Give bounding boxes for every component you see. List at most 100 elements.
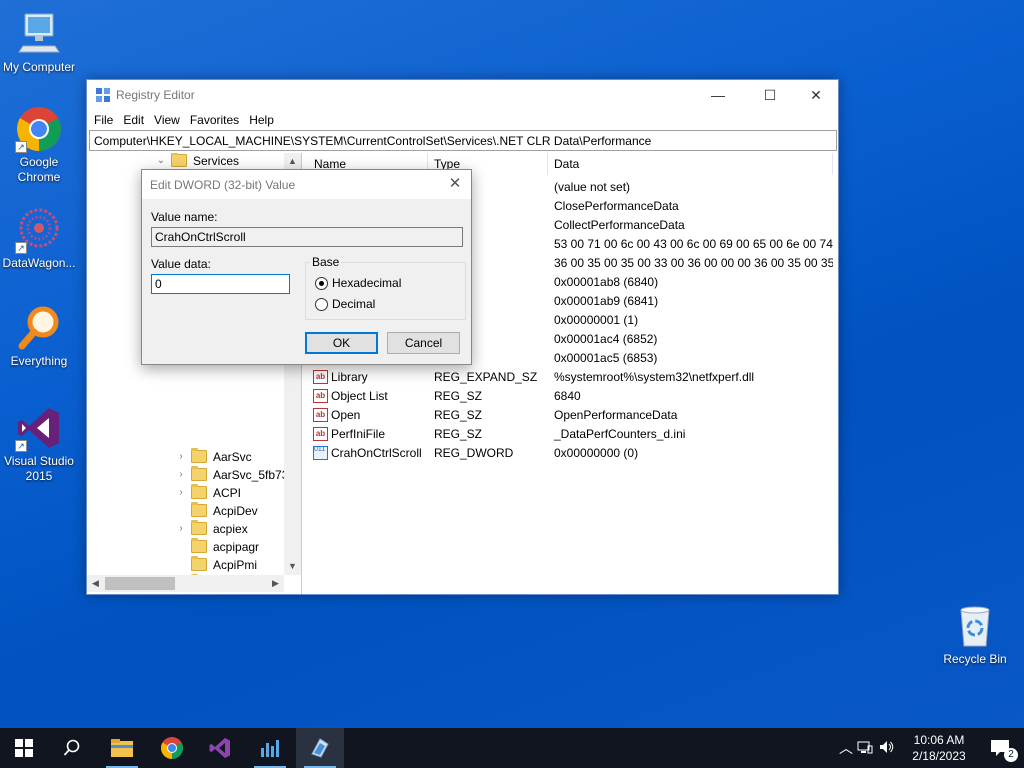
menu-favorites[interactable]: Favorites (185, 113, 244, 127)
cell-name-text: Object List (331, 388, 388, 403)
maximize-button[interactable]: ☐ (747, 80, 793, 110)
folder-icon (191, 448, 207, 463)
radio-unselected-icon (315, 297, 328, 311)
desktop-icon-google-chrome[interactable]: ↗ Google Chrome (0, 105, 78, 185)
scroll-up-icon[interactable]: ▲ (284, 153, 301, 170)
menu-view[interactable]: View (149, 113, 185, 127)
dialog-title: Edit DWORD (32-bit) Value (150, 178, 296, 192)
chevron-up-icon[interactable]: ︿ (838, 738, 854, 758)
chevron-right-icon[interactable]: › (175, 451, 187, 462)
tree-item-label: acpiex (213, 521, 248, 536)
taskbar-chrome[interactable] (148, 728, 196, 768)
window-title: Registry Editor (116, 88, 195, 102)
decimal-radio[interactable]: Decimal (315, 297, 375, 311)
value-name-label: Value name: (151, 210, 218, 224)
cell-name-text: CrahOnCtrlScroll (331, 445, 422, 460)
chevron-down-icon[interactable]: ⌄ (155, 155, 167, 166)
hexadecimal-radio[interactable]: Hexadecimal (315, 276, 401, 290)
tree-item[interactable]: AcpiDev (175, 501, 258, 520)
cell-name-text: Library (331, 369, 368, 384)
clock-date: 2/18/2023 (912, 749, 966, 763)
desktop-icon-label: Recycle Bin (943, 652, 1007, 666)
decimal-label: Decimal (332, 297, 376, 311)
close-icon[interactable]: ✕ (445, 174, 465, 194)
folder-icon (191, 538, 207, 553)
system-tray: ︿ (838, 728, 898, 768)
folder-icon (191, 502, 207, 517)
cell-name-text: Open (331, 407, 361, 422)
cell-data: 0x00001ac5 (6853) (554, 350, 658, 365)
desktop-icon-recycle-bin[interactable]: Recycle Bin (936, 602, 1014, 667)
desktop-icon-label: Visual Studio 2015 (4, 454, 74, 483)
dialog-titlebar[interactable]: Edit DWORD (32-bit) Value ✕ (142, 170, 471, 199)
taskbar-registry-editor[interactable] (296, 728, 344, 768)
value-data-label: Value data: (151, 257, 211, 271)
registry-editor-icon (311, 738, 329, 758)
table-row[interactable]: ab Object List REG_SZ 6840 (308, 386, 838, 405)
scroll-right-icon[interactable]: ▶ (267, 575, 284, 592)
cell-data: 0x00001ab8 (6840) (554, 274, 659, 289)
ok-button[interactable]: OK (305, 332, 378, 354)
tree-item[interactable]: › AarSvc_5fb73 (175, 465, 288, 484)
string-value-icon: ab (313, 407, 328, 422)
cell-data: 0x00000001 (1) (554, 312, 639, 327)
tree-item[interactable]: › ACPI (175, 483, 241, 502)
clock-time: 10:06 AM (913, 733, 965, 747)
scroll-thumb[interactable] (105, 577, 175, 590)
table-row[interactable]: ab PerfIniFile REG_SZ _DataPerfCounters_d.i… (308, 424, 838, 443)
desktop-icon-my-computer[interactable]: My Computer (0, 10, 78, 75)
notifications-button[interactable]: 2 (976, 728, 1024, 768)
volume-icon[interactable] (876, 740, 898, 757)
chevron-right-icon[interactable]: › (175, 487, 187, 498)
menu-edit[interactable]: Edit (118, 113, 149, 127)
address-bar[interactable]: Computer\HKEY_LOCAL_MACHINE\SYSTEM\Curre… (89, 130, 837, 151)
cell-name: ab Library (308, 369, 428, 384)
menu-help[interactable]: Help (244, 113, 279, 127)
base-groupbox: Base Hexadecimal Decimal (305, 255, 466, 320)
string-value-icon: ab (313, 426, 328, 441)
table-row[interactable]: 011 110CrahOnCtrlScroll REG_DWORD 0x000000… (308, 443, 838, 462)
scroll-down-icon[interactable]: ▼ (284, 558, 301, 575)
start-button[interactable] (0, 728, 48, 768)
cell-name-text: PerfIniFile (331, 426, 386, 441)
cell-type: REG_DWORD (434, 445, 514, 460)
window-titlebar[interactable]: Registry Editor — ☐ ✕ (87, 80, 838, 110)
tree-item[interactable]: AcpiPmi (175, 555, 257, 574)
recycle-bin-icon (951, 602, 999, 650)
desktop-icon-datawagon[interactable]: ↗ DataWagon... (0, 206, 78, 271)
menu-file[interactable]: File (89, 113, 118, 127)
tree-item[interactable]: › AarSvc (175, 447, 252, 466)
value-name-field[interactable]: CrahOnCtrlScroll (151, 227, 463, 247)
search-button[interactable] (48, 728, 96, 768)
table-row[interactable]: ab Open REG_SZ OpenPerformanceData (308, 405, 838, 424)
column-header-data[interactable]: Data (548, 153, 833, 175)
folder-icon (111, 739, 133, 757)
network-icon[interactable] (854, 740, 876, 757)
close-button[interactable]: ✕ (793, 80, 839, 110)
tree-horizontal-scrollbar[interactable]: ◀ ▶ (87, 575, 284, 592)
minimize-button[interactable]: — (695, 80, 741, 110)
chevron-right-icon[interactable]: › (175, 469, 187, 480)
taskbar-visual-studio[interactable] (196, 728, 244, 768)
tree-item[interactable]: acpipagr (175, 537, 259, 556)
cell-name: ab Open (308, 407, 428, 422)
desktop-icon-visual-studio[interactable]: ↗ Visual Studio 2015 (0, 404, 78, 484)
string-value-icon: ab (313, 369, 328, 384)
cell-data: (value not set) (554, 179, 631, 194)
table-row[interactable]: ab Library REG_EXPAND_SZ %systemroot%\syste… (308, 367, 838, 386)
tree-item-label: AcpiDev (213, 503, 258, 518)
tree-item-services[interactable]: ⌄ Services (155, 153, 239, 170)
value-data-input[interactable]: 0 (151, 274, 290, 294)
taskbar-datawagon[interactable] (246, 728, 294, 768)
datawagon-icon (261, 740, 279, 757)
cell-type: REG_SZ (434, 388, 483, 403)
cancel-button[interactable]: Cancel (387, 332, 460, 354)
tree-item[interactable]: › acpiex (175, 519, 248, 538)
chevron-right-icon[interactable]: › (175, 523, 187, 534)
scroll-left-icon[interactable]: ◀ (87, 575, 104, 592)
cell-type: REG_SZ (434, 426, 483, 441)
clock[interactable]: 10:06 AM 2/18/2023 (906, 732, 972, 764)
cell-data: CollectPerformanceData (554, 217, 685, 232)
desktop-icon-everything[interactable]: Everything (0, 304, 78, 369)
taskbar-file-explorer[interactable] (98, 728, 146, 768)
